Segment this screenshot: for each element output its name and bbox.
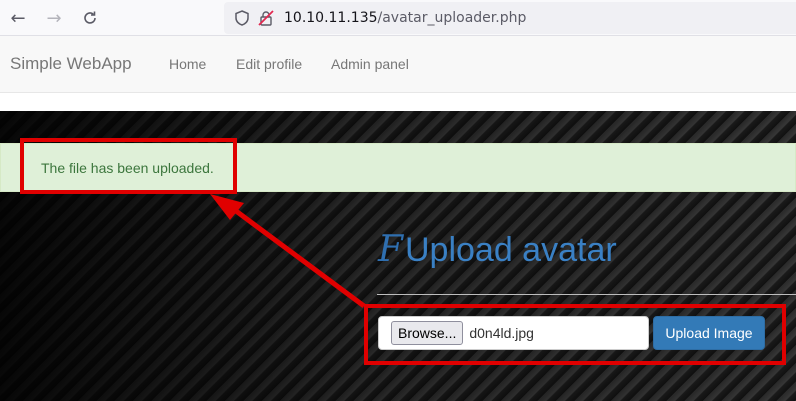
back-button[interactable]: ← (6, 6, 30, 30)
shield-icon[interactable] (232, 8, 252, 28)
nav-link-home[interactable]: Home (169, 56, 206, 72)
title-divider (377, 294, 796, 295)
forward-button[interactable]: → (42, 6, 66, 30)
nav-link-edit-profile[interactable]: Edit profile (236, 56, 302, 72)
address-bar[interactable]: 10.10.11.135/avatar_uploader.php (224, 2, 796, 34)
navbar-brand[interactable]: Simple WebApp (10, 54, 132, 74)
page-title: Upload avatar (404, 231, 617, 269)
reload-button[interactable] (78, 6, 102, 30)
insecure-lock-icon[interactable] (256, 8, 276, 28)
arrow-right-icon: → (46, 7, 62, 29)
upload-title-row: F Upload avatar (378, 229, 617, 270)
annotation-box-alert (20, 138, 237, 194)
avatar-icon: F (378, 229, 403, 270)
browser-toolbar: ← → 10.10.11.135/avatar_uploader.php (0, 0, 796, 36)
nav-link-admin-panel[interactable]: Admin panel (331, 56, 409, 72)
app-navbar: Simple WebApp Home Edit profile Admin pa… (0, 36, 796, 93)
annotation-box-upload-form (364, 304, 786, 365)
url-path: /avatar_uploader.php (377, 10, 527, 26)
reload-icon (84, 11, 96, 24)
url-text[interactable]: 10.10.11.135/avatar_uploader.php (284, 10, 526, 26)
arrow-left-icon: ← (10, 7, 26, 29)
url-host: 10.10.11.135 (284, 10, 378, 26)
